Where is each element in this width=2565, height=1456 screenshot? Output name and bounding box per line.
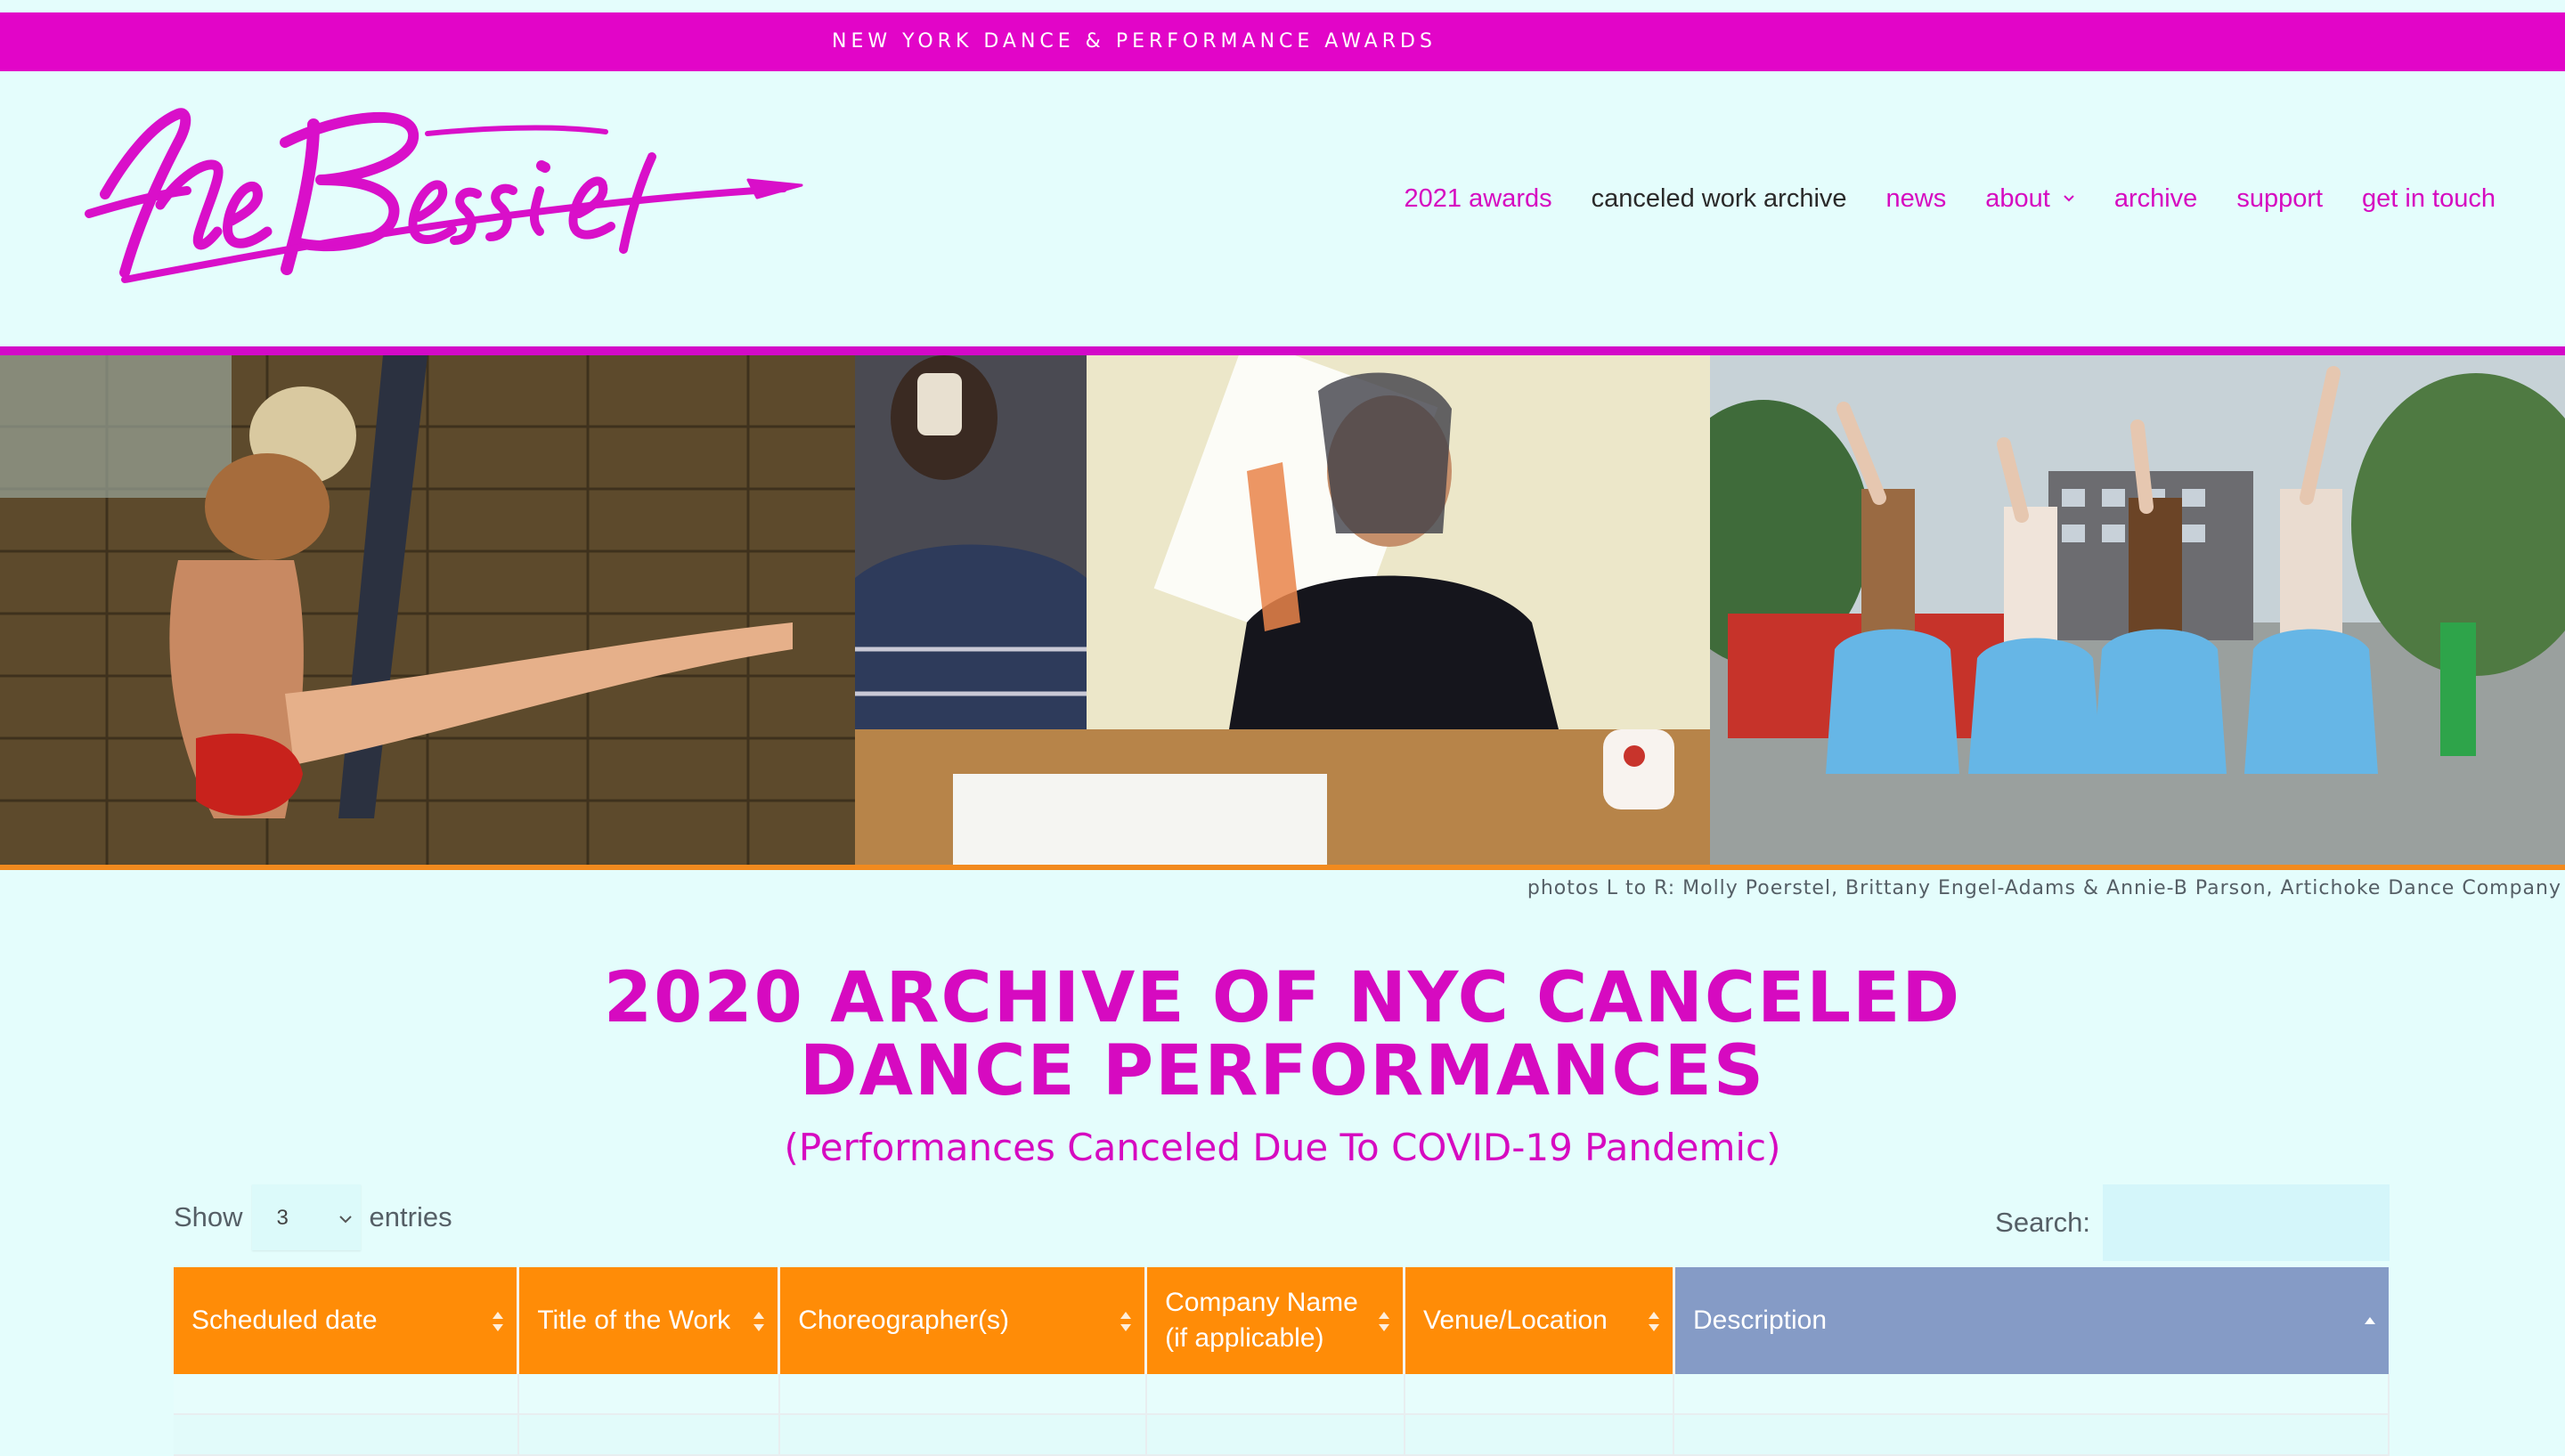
hero-photo-right [1710, 355, 2565, 865]
table-cell [778, 1414, 1147, 1456]
column-header-choreographers[interactable]: Choreographer(s) [778, 1267, 1148, 1374]
chevron-down-icon [2064, 195, 2074, 202]
hero-photo-strip [0, 355, 2565, 865]
column-header-scheduled-date[interactable]: Scheduled date [174, 1267, 520, 1374]
sort-icon [1648, 1312, 1659, 1331]
entries-label: entries [369, 1201, 452, 1232]
site-tagline: NEW YORK DANCE & PERFORMANCE AWARDS [832, 30, 1437, 53]
sort-ascending-icon [2365, 1317, 2375, 1324]
canceled-performances-table: Scheduled date Title of the Work Choreog… [174, 1267, 2390, 1456]
column-label: Company Name (if applicable) [1165, 1288, 1358, 1353]
nav-label: canceled work archive [1591, 183, 1847, 213]
chevron-down-icon [338, 1216, 352, 1224]
nav-label: about [1985, 183, 2050, 213]
nav-2021-awards[interactable]: 2021 awards [1405, 184, 1552, 214]
nav-label: support [2236, 183, 2324, 213]
column-label: Description [1692, 1306, 1828, 1335]
nav-about[interactable]: about [1985, 184, 2075, 214]
column-header-title-of-work[interactable]: Title of the Work [517, 1267, 781, 1374]
nav-label: 2021 awards [1404, 183, 1552, 213]
sort-icon [1120, 1312, 1132, 1331]
table-cell [1673, 1374, 2390, 1415]
nav-canceled-work-archive[interactable]: canceled work archive [1592, 184, 1847, 214]
table-row [174, 1374, 2390, 1415]
column-label: Title of the Work [537, 1306, 731, 1335]
search-label: Search: [1995, 1207, 2090, 1238]
column-label: Scheduled date [191, 1306, 378, 1335]
column-label: Venue/Location [1423, 1306, 1608, 1335]
table-cell [1404, 1374, 1675, 1415]
table-header-row: Scheduled date Title of the Work Choreog… [174, 1267, 2389, 1374]
nav-label: news [1885, 183, 1947, 213]
show-label: Show [174, 1201, 243, 1232]
entries-length-control: Show 3 entries [174, 1184, 452, 1250]
table-cell [174, 1374, 519, 1415]
column-header-company-name[interactable]: Company Name (if applicable) [1145, 1267, 1405, 1374]
page-title: 2020 Archive of NYC Canceled Dance Perfo… [392, 962, 2173, 1108]
sort-icon [753, 1312, 765, 1331]
table-search-control: Search: [1995, 1184, 2390, 1261]
table-cell [778, 1374, 1147, 1415]
column-label: Choreographer(s) [798, 1306, 1009, 1335]
hero-photo-middle [855, 355, 1710, 865]
page-subtitle: (Performances Canceled Due To COVID-19 P… [784, 1126, 1781, 1169]
header-divider [0, 346, 2565, 355]
table-cell [1145, 1414, 1405, 1456]
nav-label: archive [2113, 183, 2198, 213]
table-cell [174, 1414, 519, 1456]
nav-archive[interactable]: archive [2114, 184, 2198, 214]
main-nav: 2021 awards canceled work archive news a… [1405, 181, 2496, 216]
bessies-logo[interactable] [53, 98, 819, 294]
table-row [174, 1414, 2390, 1456]
column-header-venue-location[interactable]: Venue/Location [1404, 1267, 1675, 1374]
entries-select[interactable]: 3 [251, 1184, 361, 1250]
outdoor-dance-company-image [1710, 355, 2565, 865]
entries-select-value: 3 [276, 1206, 289, 1230]
column-header-description[interactable]: Description [1673, 1267, 2389, 1374]
table-cell [517, 1414, 780, 1456]
sort-icon [1379, 1312, 1389, 1331]
hero-photo-left [0, 355, 855, 865]
nav-get-in-touch[interactable]: get in touch [2362, 184, 2496, 214]
nav-label: get in touch [2362, 183, 2496, 213]
photo-caption: photos L to R: Molly Poerstel, Brittany … [1527, 877, 2561, 899]
search-input[interactable] [2103, 1184, 2390, 1261]
table-cell [517, 1374, 780, 1415]
table-cell [1673, 1414, 2390, 1456]
table-cell [1404, 1414, 1675, 1456]
video-call-performance-image [855, 355, 1710, 865]
nav-news[interactable]: news [1886, 184, 1947, 214]
nav-support[interactable]: support [2236, 184, 2323, 214]
dancers-rehearsal-image [0, 355, 855, 865]
photo-strip-divider [0, 865, 2565, 870]
page-title-line-1: 2020 Archive of NYC Canceled [603, 958, 1962, 1038]
sort-icon [493, 1312, 504, 1331]
page-title-line-2: Dance Performances [799, 1031, 1766, 1111]
table-cell [1145, 1374, 1405, 1415]
